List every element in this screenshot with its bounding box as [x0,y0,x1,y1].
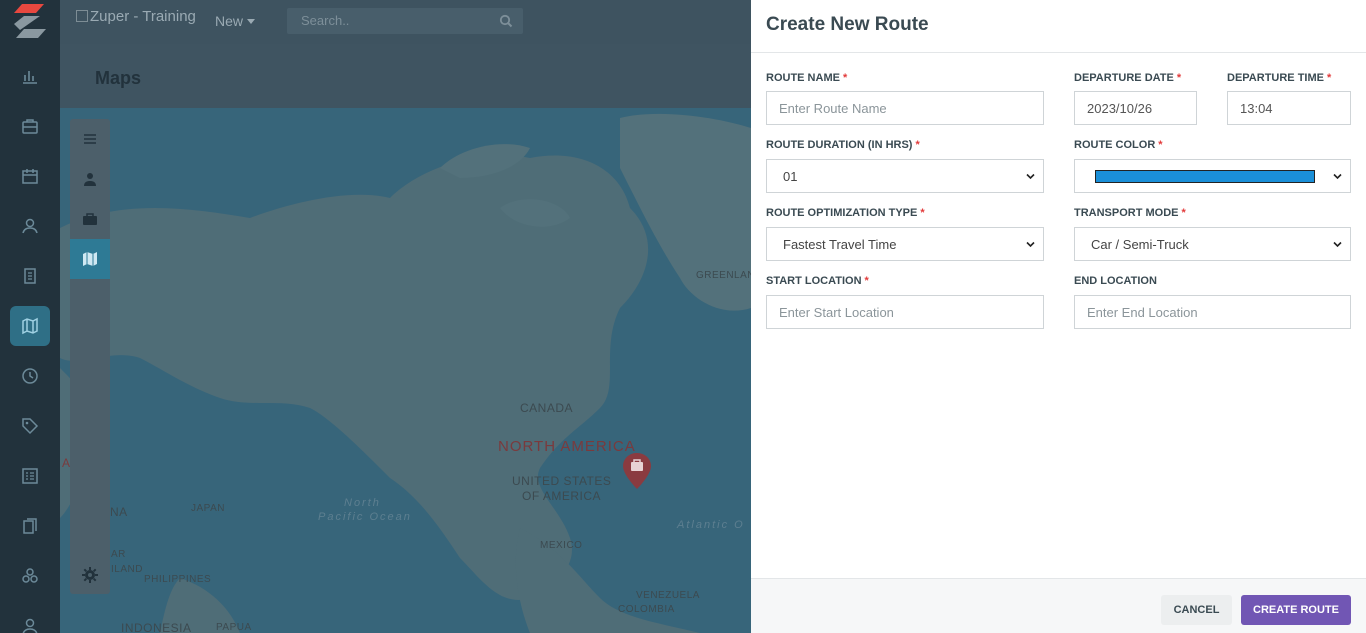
create-route-button[interactable]: CREATE ROUTE [1241,595,1351,625]
user-icon[interactable] [70,159,110,199]
menu-icon[interactable] [70,119,110,159]
app-root: Zuper - Training New Search.. Maps CANAD… [0,0,1366,633]
route-color-label: ROUTE COLOR * [1074,139,1163,151]
map-icon[interactable] [70,239,110,279]
transport-mode-label-text: TRANSPORT MODE [1074,207,1179,219]
map-label-atlantic: Atlantic O [677,519,745,531]
optimization-type-value: Fastest Travel Time [783,237,897,252]
chevron-down-icon [1333,241,1342,248]
cancel-button[interactable]: CANCEL [1161,595,1232,625]
assets-icon[interactable] [10,556,50,596]
departure-date-input[interactable]: 2023/10/26 [1074,91,1197,125]
drawer-title: Create New Route [766,14,929,35]
organizations-icon[interactable] [10,256,50,296]
required-mark: * [1158,139,1163,151]
route-name-label-text: ROUTE NAME [766,72,840,84]
drawer-footer: CANCEL CREATE ROUTE [751,578,1366,633]
new-menu-button[interactable]: New [215,13,256,29]
route-name-input[interactable]: Enter Route Name [766,91,1044,125]
route-name-label: ROUTE NAME * [766,72,847,84]
calendar-icon[interactable] [10,156,50,196]
dashboard-icon[interactable] [10,56,50,96]
search-input[interactable]: Search.. [301,13,349,28]
transport-mode-value: Car / Semi-Truck [1091,237,1189,252]
end-location-label: END LOCATION [1074,275,1157,287]
start-location-label-text: START LOCATION [766,275,862,287]
required-mark: * [1326,72,1332,84]
transport-mode-select[interactable]: Car / Semi-Truck [1074,227,1351,261]
start-location-label: START LOCATION * [766,275,869,287]
route-color-swatch [1095,170,1315,183]
jobs-icon[interactable] [10,106,50,146]
drawer-header: Create New Route [751,0,1366,53]
departure-time-label-text: DEPARTURE TIME [1227,72,1324,84]
gear-icon[interactable] [70,555,110,595]
briefcase-icon[interactable] [70,199,110,239]
left-nav [0,0,60,633]
optimization-type-select[interactable]: Fastest Travel Time [766,227,1044,261]
map-label-canada: CANADA [520,401,574,415]
departure-date-label: DEPARTURE DATE * [1074,72,1181,84]
map-label-china-fragment: NA [110,505,128,519]
chevron-down-icon [1026,241,1035,248]
start-location-input[interactable]: Enter Start Location [766,295,1044,329]
user-profile-icon[interactable] [10,606,50,633]
customers-icon[interactable] [10,206,50,246]
map-label-usa-2: OF AMERICA [522,489,602,503]
map-label-ar-fragment: AR [111,549,126,560]
map-label-colombia: COLOMBIA [618,604,675,615]
map-label-papua: PAPUA [216,622,252,633]
chevron-down-icon [1026,173,1035,180]
map-label-north-pacific-2: Pacific Ocean [318,511,412,523]
required-mark: * [842,72,848,84]
route-duration-select[interactable]: 01 [766,159,1044,193]
invoice-list-icon[interactable] [10,456,50,496]
required-mark: * [915,139,920,151]
zuper-logo-icon[interactable] [14,4,46,38]
required-mark: * [864,275,869,287]
brand-logo[interactable]: Zuper - Training [76,8,196,25]
route-duration-label-text: ROUTE DURATION (IN HRS) [766,139,913,151]
optimization-type-label: ROUTE OPTIMIZATION TYPE * [766,207,925,219]
required-mark: * [1176,72,1182,84]
route-color-select[interactable] [1074,159,1351,193]
map-label-philippines: PHILIPPINES [144,574,212,585]
departure-time-input[interactable]: 13:04 [1227,91,1351,125]
page-title: Maps [95,68,142,88]
map-background [60,108,751,633]
map-label-usa-1: UNITED STATES [512,474,612,488]
chevron-down-icon [1333,173,1342,180]
map-label-iland-fragment: ILAND [111,564,143,575]
map-label-north-america: NORTH AMERICA [498,438,636,455]
timesheet-clock-icon[interactable] [10,356,50,396]
map-label-north-pacific-1: North [344,497,381,509]
create-route-drawer: Create New Route ROUTE NAME * Enter Route… [751,0,1366,633]
route-duration-value: 01 [783,169,798,184]
route-color-label-text: ROUTE COLOR [1074,139,1156,151]
documents-icon[interactable] [10,506,50,546]
required-mark: * [920,207,925,219]
new-menu-label: New [215,13,244,29]
optimization-type-label-text: ROUTE OPTIMIZATION TYPE [766,207,918,219]
broken-image-icon [76,10,88,22]
map-label-japan: JAPAN [191,503,225,514]
search-icon[interactable] [499,14,513,28]
maps-nav-icon[interactable] [10,306,50,346]
map-label-venezuela: VENEZUELA [636,590,700,601]
map-tool-panel [70,119,110,594]
job-location-pin-icon[interactable] [621,451,653,491]
route-duration-label: ROUTE DURATION (IN HRS) * [766,139,920,151]
search-box[interactable]: Search.. [287,8,523,34]
brand-alt-text: Zuper - Training [90,8,196,25]
tag-icon[interactable] [10,406,50,446]
map-label-indonesia: INDONESIA [121,621,192,633]
end-location-input[interactable]: Enter End Location [1074,295,1351,329]
map-label-mexico: MEXICO [540,540,583,551]
required-mark: * [1181,207,1186,219]
departure-date-label-text: DEPARTURE DATE [1074,72,1174,84]
departure-time-label: DEPARTURE TIME * [1227,72,1331,84]
transport-mode-label: TRANSPORT MODE * [1074,207,1186,219]
caret-down-icon [247,19,256,24]
